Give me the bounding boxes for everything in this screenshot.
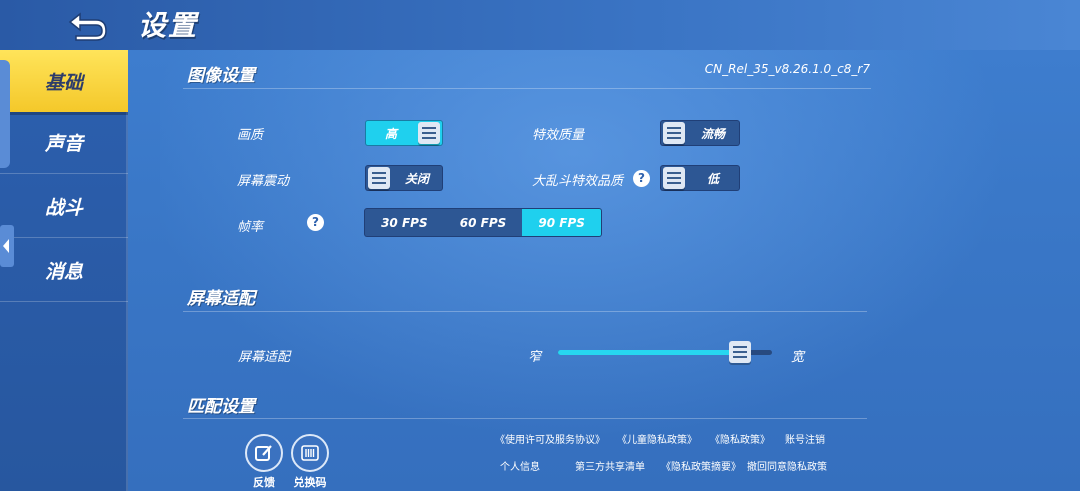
slider-fill <box>558 350 740 355</box>
page-title: 设置 <box>138 9 199 42</box>
slider-min-label: 窄 <box>528 350 542 365</box>
screen-fit-divider <box>183 311 867 312</box>
redeem-code-button[interactable] <box>291 434 329 472</box>
screen-fit-slider[interactable] <box>558 341 772 363</box>
link-children-privacy[interactable]: 《儿童隐私政策》 <box>617 431 697 446</box>
matching-divider <box>183 418 867 419</box>
help-icon[interactable]: ? <box>633 170 650 187</box>
framerate-label: 帧率 <box>237 220 264 235</box>
menu-icon <box>418 122 440 144</box>
sidebar-item-battle[interactable]: 战斗 <box>0 176 128 238</box>
slider-thumb[interactable] <box>728 341 751 363</box>
sidebar: 基础 声音 战斗 消息 <box>0 50 128 491</box>
header-bar: 设置 <box>0 0 1080 50</box>
link-personal-info[interactable]: 个人信息 <box>500 458 540 473</box>
link-license-agreement[interactable]: 《使用许可及服务协议》 <box>495 431 605 446</box>
framerate-selector: 30 FPS 60 FPS 90 FPS <box>364 208 602 237</box>
quality-label: 画质 <box>237 128 264 143</box>
brawl-effects-dropdown[interactable]: 低 <box>660 165 740 191</box>
link-withdraw-consent[interactable]: 撤回同意隐私政策 <box>747 458 827 473</box>
menu-icon <box>663 122 685 144</box>
collapse-arrow-icon[interactable] <box>0 225 14 267</box>
barcode-icon <box>301 445 319 461</box>
sidebar-item-basic[interactable]: 基础 <box>0 50 128 112</box>
quality-value: 高 <box>384 126 397 141</box>
slider-max-label: 宽 <box>791 350 805 365</box>
back-arrow-icon[interactable] <box>66 8 110 42</box>
link-privacy-policy[interactable]: 《隐私政策》 <box>710 431 770 446</box>
menu-icon <box>663 167 685 189</box>
screen-fit-section-title: 屏幕适配 <box>187 289 255 309</box>
graphics-section-title: 图像设置 <box>187 66 255 86</box>
effects-quality-dropdown[interactable]: 流畅 <box>660 120 740 146</box>
link-privacy-summary[interactable]: 《隐私政策摘要》 <box>661 458 741 473</box>
link-third-party-list[interactable]: 第三方共享清单 <box>575 458 645 473</box>
screen-shake-label: 屏幕震动 <box>237 174 290 189</box>
version-text: CN_Rel_35_v8.26.1.0_c8_r7 <box>704 62 870 76</box>
screen-fit-label: 屏幕适配 <box>238 350 291 365</box>
menu-icon <box>368 167 390 189</box>
fps-option-90[interactable]: 90 FPS <box>522 209 601 236</box>
screen-shake-value: 关闭 <box>404 171 429 186</box>
graphics-divider <box>183 88 871 89</box>
brawl-effects-value: 低 <box>706 171 719 186</box>
effects-quality-value: 流畅 <box>700 126 725 141</box>
redeem-code-label: 兑换码 <box>293 476 327 489</box>
edit-icon <box>255 445 272 461</box>
effects-quality-label: 特效质量 <box>532 128 585 143</box>
quality-dropdown[interactable]: 高 <box>365 120 443 146</box>
help-icon[interactable]: ? <box>307 214 324 231</box>
feedback-button[interactable] <box>245 434 283 472</box>
fps-option-60[interactable]: 60 FPS <box>444 209 523 236</box>
link-account-deletion[interactable]: 账号注销 <box>785 431 825 446</box>
matching-section-title: 匹配设置 <box>187 397 255 417</box>
sidebar-item-messages[interactable]: 消息 <box>0 240 128 302</box>
sidebar-item-sound[interactable]: 声音 <box>0 112 128 174</box>
screen-shake-dropdown[interactable]: 关闭 <box>365 165 443 191</box>
background-glow <box>160 40 1080 491</box>
fps-option-30[interactable]: 30 FPS <box>365 209 444 236</box>
sidebar-handle <box>0 60 10 168</box>
brawl-effects-label: 大乱斗特效品质 <box>532 174 624 189</box>
